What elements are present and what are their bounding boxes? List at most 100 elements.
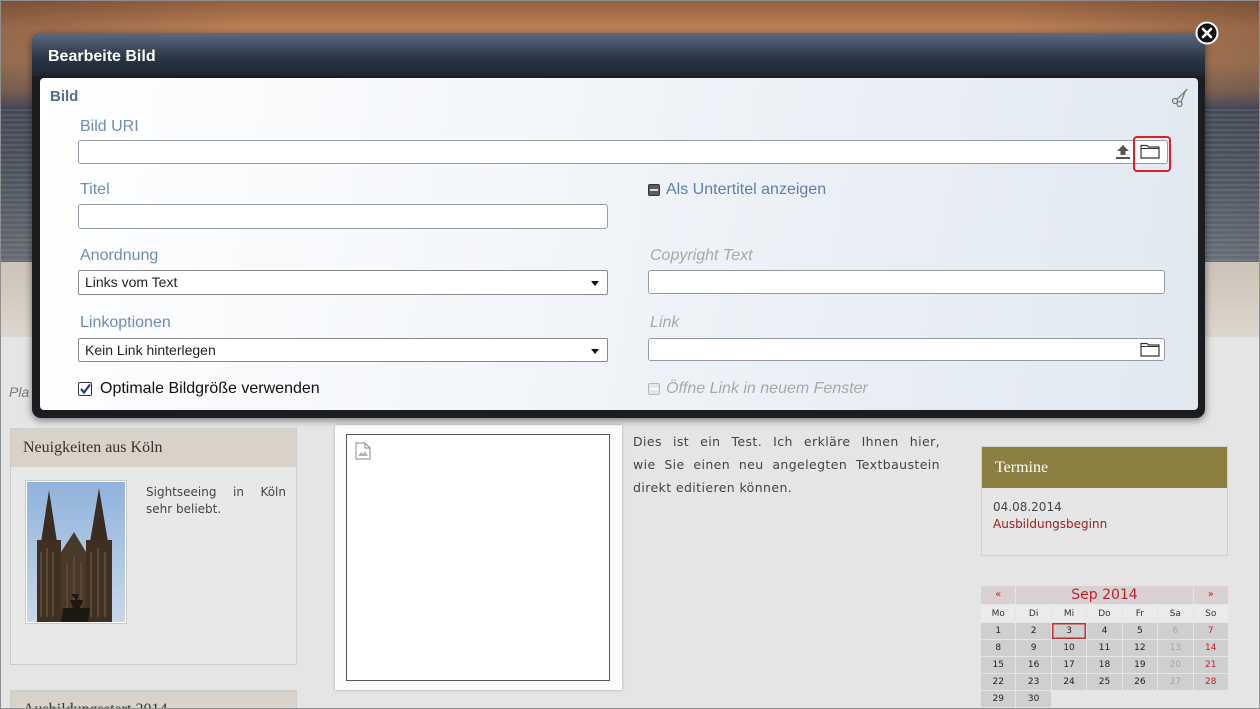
calendar-weekday-row: Mo Di Mi Do Fr Sa So — [981, 605, 1228, 622]
cathedral-image — [27, 482, 125, 622]
calendar-day[interactable]: 21 — [1193, 657, 1228, 673]
calendar-day[interactable]: 19 — [1122, 657, 1158, 673]
copyright-input[interactable] — [648, 270, 1165, 294]
calendar-days: 1 2 3 4 5 6 7 8 9 10 11 12 13 14 15 16 17 18 19 20 21 22 23 24 2… — [981, 623, 1228, 707]
training-start-box-title: Ausbildungsstart 2014 — [11, 691, 296, 709]
calendar-day[interactable]: 9 — [1016, 640, 1051, 656]
calendar-empty-cell — [1087, 691, 1121, 707]
new-window-checkbox — [648, 383, 660, 395]
optimal-size-label[interactable]: Optimale Bildgröße verwenden — [100, 379, 320, 399]
calendar-week-row: 8 9 10 11 12 13 14 — [981, 640, 1228, 656]
appointments-box: Termine 04.08.2014 Ausbildungsbeginn — [981, 446, 1228, 556]
calendar-day[interactable]: 4 — [1087, 623, 1122, 639]
calendar-day[interactable]: 26 — [1122, 674, 1158, 690]
calendar-day[interactable]: 18 — [1087, 657, 1122, 673]
calendar-day[interactable]: 12 — [1122, 640, 1158, 656]
link-options-label: Linkoptionen — [80, 314, 171, 331]
alignment-select-value: Links vom Text — [85, 274, 178, 290]
calendar: « Sep 2014 » Mo Di Mi Do Fr Sa So 123456… — [980, 585, 1229, 708]
calendar-weekday: Mo — [981, 605, 1016, 622]
calendar-week-row: 15 16 17 18 19 20 21 — [981, 657, 1228, 673]
appointments-title: Termine — [982, 447, 1227, 488]
title-label: Titel — [80, 181, 110, 198]
calendar-weekday: So — [1193, 605, 1228, 622]
calendar-day[interactable]: 8 — [981, 640, 1016, 656]
calendar-day[interactable]: 15 — [981, 657, 1016, 673]
calendar-weekday: Di — [1016, 605, 1051, 622]
show-subtitle-checkbox[interactable] — [648, 184, 660, 196]
calendar-day[interactable]: 28 — [1193, 674, 1228, 690]
calendar-weekday: Do — [1087, 605, 1122, 622]
calendar-weekday: Sa — [1158, 605, 1193, 622]
article-text-line: Dies ist ein Test. Ich erkläre Ihnen hie… — [633, 434, 940, 449]
chevron-down-icon — [591, 281, 599, 286]
news-box: Neuigkeiten aus Köln Sightseeing in Köln… — [10, 428, 297, 665]
page-text-fragment: Pla — [9, 384, 30, 400]
show-subtitle-label[interactable]: Als Untertitel anzeigen — [666, 180, 826, 200]
browse-highlight-marker — [1133, 136, 1171, 172]
dialog-panel: Bild Bild URI Titel Als Untertitel anzei… — [40, 78, 1198, 410]
article-text-line: wie Sie einen neu angelegten Textbaustei… — [633, 457, 940, 472]
broken-image-icon — [355, 442, 371, 460]
close-icon[interactable] — [1195, 21, 1219, 45]
link-options-select[interactable]: Kein Link hinterlegen — [78, 338, 608, 362]
calendar-week-row: 1234567 — [981, 623, 1228, 639]
news-thumbnail-image[interactable] — [25, 480, 127, 624]
content-image-placeholder[interactable] — [346, 434, 610, 681]
edit-image-dialog: Bearbeite Bild Bild Bild URI Titel Als U… — [32, 33, 1205, 418]
news-box-title: Neuigkeiten aus Köln — [11, 429, 296, 467]
calendar-day[interactable]: 29 — [981, 691, 1016, 707]
upload-icon[interactable] — [1114, 143, 1132, 160]
scissors-icon[interactable] — [1170, 87, 1190, 107]
training-start-box: Ausbildungsstart 2014 — [10, 690, 297, 709]
calendar-day[interactable]: 25 — [1087, 674, 1122, 690]
article-text-line: direkt editieren können. — [633, 480, 793, 495]
copyright-label: Copyright Text — [650, 247, 753, 264]
folder-icon[interactable] — [1140, 342, 1160, 357]
calendar-day[interactable]: 5 — [1122, 623, 1158, 639]
link-options-select-value: Kein Link hinterlegen — [85, 342, 216, 358]
calendar-day[interactable]: 27 — [1158, 674, 1193, 690]
link-label: Link — [650, 314, 680, 331]
calendar-weekday: Fr — [1122, 605, 1158, 622]
new-window-label: Öffne Link in neuem Fenster — [666, 380, 868, 397]
article-text: Dies ist ein Test. Ich erkläre Ihnen hie… — [633, 430, 940, 499]
calendar-day[interactable]: 10 — [1051, 640, 1087, 656]
news-text-line: Sightseeing in Köln — [146, 485, 286, 499]
optimal-size-checkbox[interactable] — [78, 382, 92, 396]
calendar-day[interactable]: 2 — [1016, 623, 1051, 639]
calendar-day[interactable]: 24 — [1051, 674, 1087, 690]
calendar-empty-cell — [1052, 691, 1086, 707]
dialog-titlebar[interactable]: Bearbeite Bild — [32, 33, 1205, 76]
image-uri-label: Bild URI — [80, 118, 139, 135]
calendar-header-row: « Sep 2014 » — [981, 586, 1228, 604]
calendar-day[interactable]: 14 — [1193, 640, 1228, 656]
calendar-day[interactable]: 20 — [1158, 657, 1193, 673]
calendar-day[interactable]: 7 — [1193, 623, 1228, 639]
calendar-day[interactable]: 11 — [1087, 640, 1122, 656]
content-image-frame — [335, 425, 622, 690]
calendar-day[interactable]: 23 — [1016, 674, 1051, 690]
calendar-day[interactable]: 1 — [981, 623, 1016, 639]
calendar-weekday: Mi — [1051, 605, 1087, 622]
section-label: Bild — [50, 88, 79, 105]
calendar-month-title: Sep 2014 — [1016, 586, 1193, 604]
calendar-day[interactable]: 17 — [1051, 657, 1087, 673]
alignment-select[interactable]: Links vom Text — [78, 270, 608, 295]
calendar-week-row: 29 30 — [981, 691, 1228, 707]
link-input[interactable] — [648, 338, 1165, 361]
calendar-prev-month-button[interactable]: « — [981, 586, 1016, 604]
calendar-day[interactable]: 13 — [1158, 640, 1193, 656]
calendar-day[interactable]: 16 — [1016, 657, 1051, 673]
image-uri-input[interactable] — [78, 140, 1168, 164]
title-input[interactable] — [78, 204, 608, 229]
calendar-day[interactable]: 22 — [981, 674, 1016, 690]
calendar-day[interactable]: 30 — [1016, 691, 1051, 707]
calendar-day[interactable]: 3 — [1051, 623, 1087, 639]
appointment-event-link[interactable]: Ausbildungsbeginn — [993, 516, 1107, 532]
chevron-down-icon — [591, 349, 599, 354]
calendar-day[interactable]: 6 — [1158, 623, 1193, 639]
calendar-empty-cell — [1123, 691, 1157, 707]
calendar-next-month-button[interactable]: » — [1193, 586, 1228, 604]
calendar-empty-cell — [1158, 691, 1192, 707]
